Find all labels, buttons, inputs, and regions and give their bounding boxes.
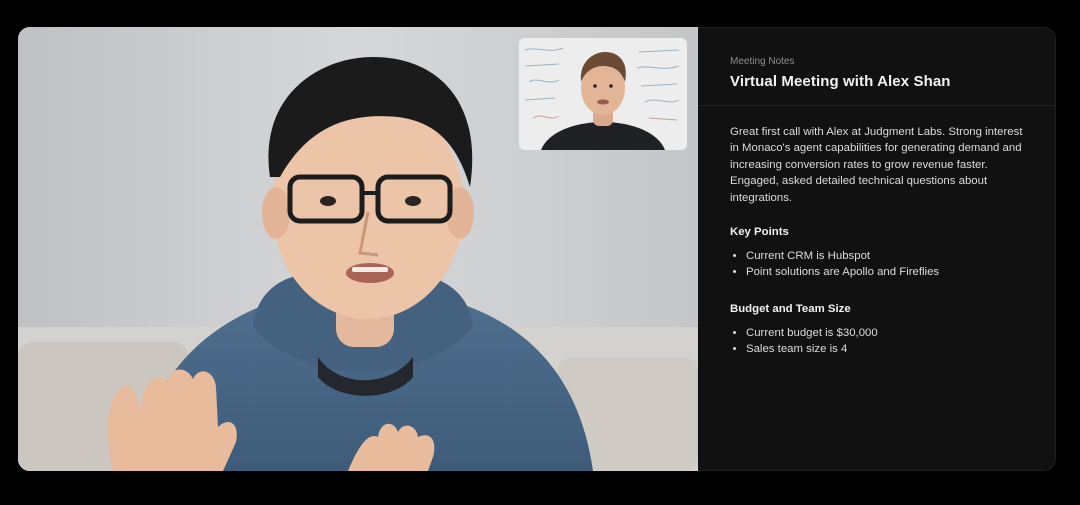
main-video-feed	[18, 27, 698, 471]
notes-eyebrow: Meeting Notes	[730, 56, 795, 67]
list-item: Current budget is $30,000	[746, 325, 1023, 341]
meeting-notes-panel: Meeting Notes Virtual Meeting with Alex …	[698, 27, 1056, 471]
meeting-title: Virtual Meeting with Alex Shan	[730, 73, 951, 90]
self-view-video[interactable]	[519, 38, 687, 150]
key-points-heading: Key Points	[730, 226, 789, 239]
notes-header: Meeting Notes Virtual Meeting with Alex …	[698, 28, 1055, 106]
budget-team-list: Current budget is $30,000 Sales team siz…	[730, 325, 1023, 358]
video-call-window: Meeting Notes Virtual Meeting with Alex …	[18, 27, 1056, 471]
notes-body: Great first call with Alex at Judgment L…	[698, 106, 1055, 358]
list-item: Point solutions are Apollo and Fireflies	[746, 264, 1023, 280]
list-item: Sales team size is 4	[746, 341, 1023, 357]
remote-participant-video-image	[519, 38, 687, 150]
list-item: Current CRM is Hubspot	[746, 248, 1023, 264]
key-points-list: Current CRM is Hubspot Point solutions a…	[730, 248, 1023, 281]
budget-team-heading: Budget and Team Size	[730, 302, 851, 315]
meeting-summary: Great first call with Alex at Judgment L…	[730, 126, 1023, 204]
